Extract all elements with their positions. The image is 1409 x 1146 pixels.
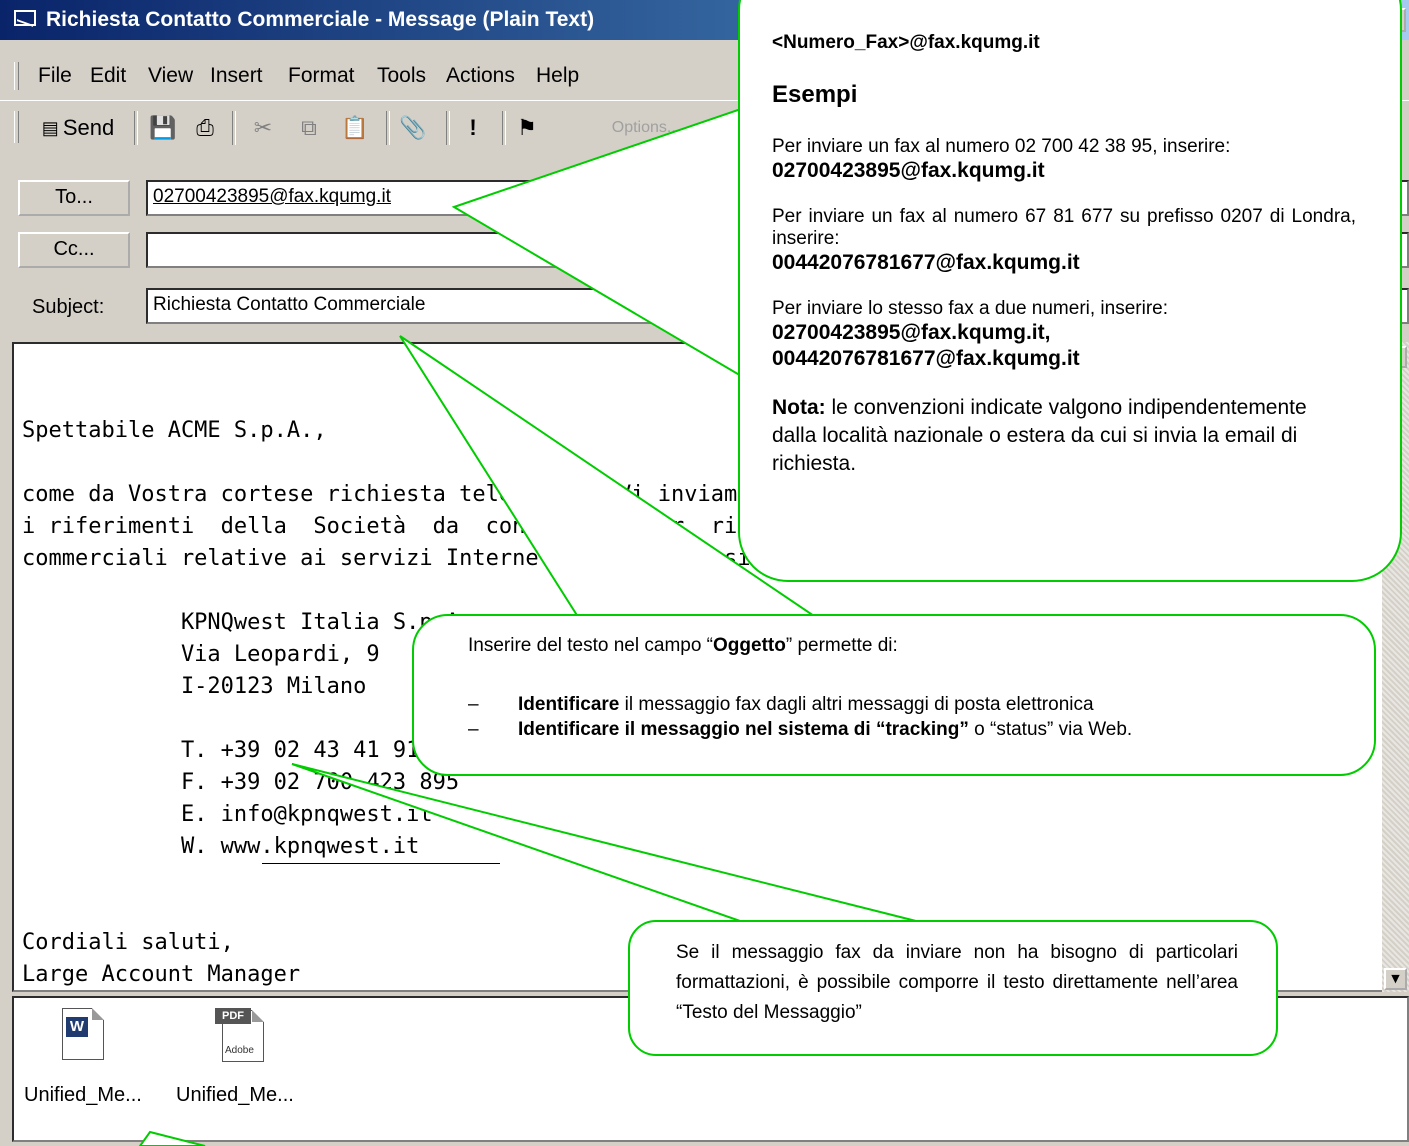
fax-format-prefix: < [772, 32, 784, 53]
callout-fax-format: <Numero_Fax>@fax.kqumg.it Esempi Per inv… [738, 0, 1402, 582]
callout-message-body: Se il messaggio fax da inviare non ha bi… [628, 920, 1278, 1056]
example-3-address-2: 00442076781677@fax.kqumg.it [772, 347, 1080, 370]
example-3-address-1: 02700423895@fax.kqumg.it, [772, 321, 1051, 344]
bullet-2-bold: Identificare il messaggio nel sistema di… [518, 719, 969, 740]
note-text: le convenzioni indicate valgono indipend… [772, 396, 1307, 475]
bullet-1-text: il messaggio fax dagli altri messaggi di… [619, 694, 1094, 715]
pointer-message-body [291, 763, 917, 922]
example-1-text: Per inviare un fax al numero 02 700 42 3… [772, 136, 1231, 157]
example-3-text: Per inviare lo stesso fax a due numeri, … [772, 298, 1169, 319]
pointer-attachment [138, 1130, 206, 1146]
example-1-address: 02700423895@fax.kqumg.it [772, 159, 1045, 182]
callout-subject: Inserire del testo nel campo “Oggetto” p… [412, 614, 1376, 776]
example-2-address: 00442076781677@fax.kqumg.it [772, 251, 1080, 274]
list-item: Identificare il messaggio fax dagli altr… [468, 692, 1374, 717]
message-body-note: Se il messaggio fax da inviare non ha bi… [676, 942, 1238, 1023]
list-item: Identificare il messaggio nel sistema di… [468, 717, 1374, 742]
example-2-text: Per inviare un fax al numero 67 81 677 s… [772, 206, 1356, 249]
fax-format-variable: Numero_Fax [783, 32, 899, 53]
subject-intro-pre: Inserire del testo nel campo “ [468, 635, 714, 656]
bullet-2-text: o “status” via Web. [968, 719, 1133, 740]
subject-intro-post: ” permette di: [785, 635, 898, 656]
fax-format-suffix: >@fax.kqumg.it [898, 32, 1040, 53]
note-label: Nota: [772, 396, 826, 419]
bullet-1-bold: Identificare [518, 694, 620, 715]
examples-heading: Esempi [772, 81, 858, 108]
subject-benefits-list: Identificare il messaggio fax dagli altr… [468, 692, 1374, 742]
subject-intro-bold: Oggetto [713, 635, 786, 656]
